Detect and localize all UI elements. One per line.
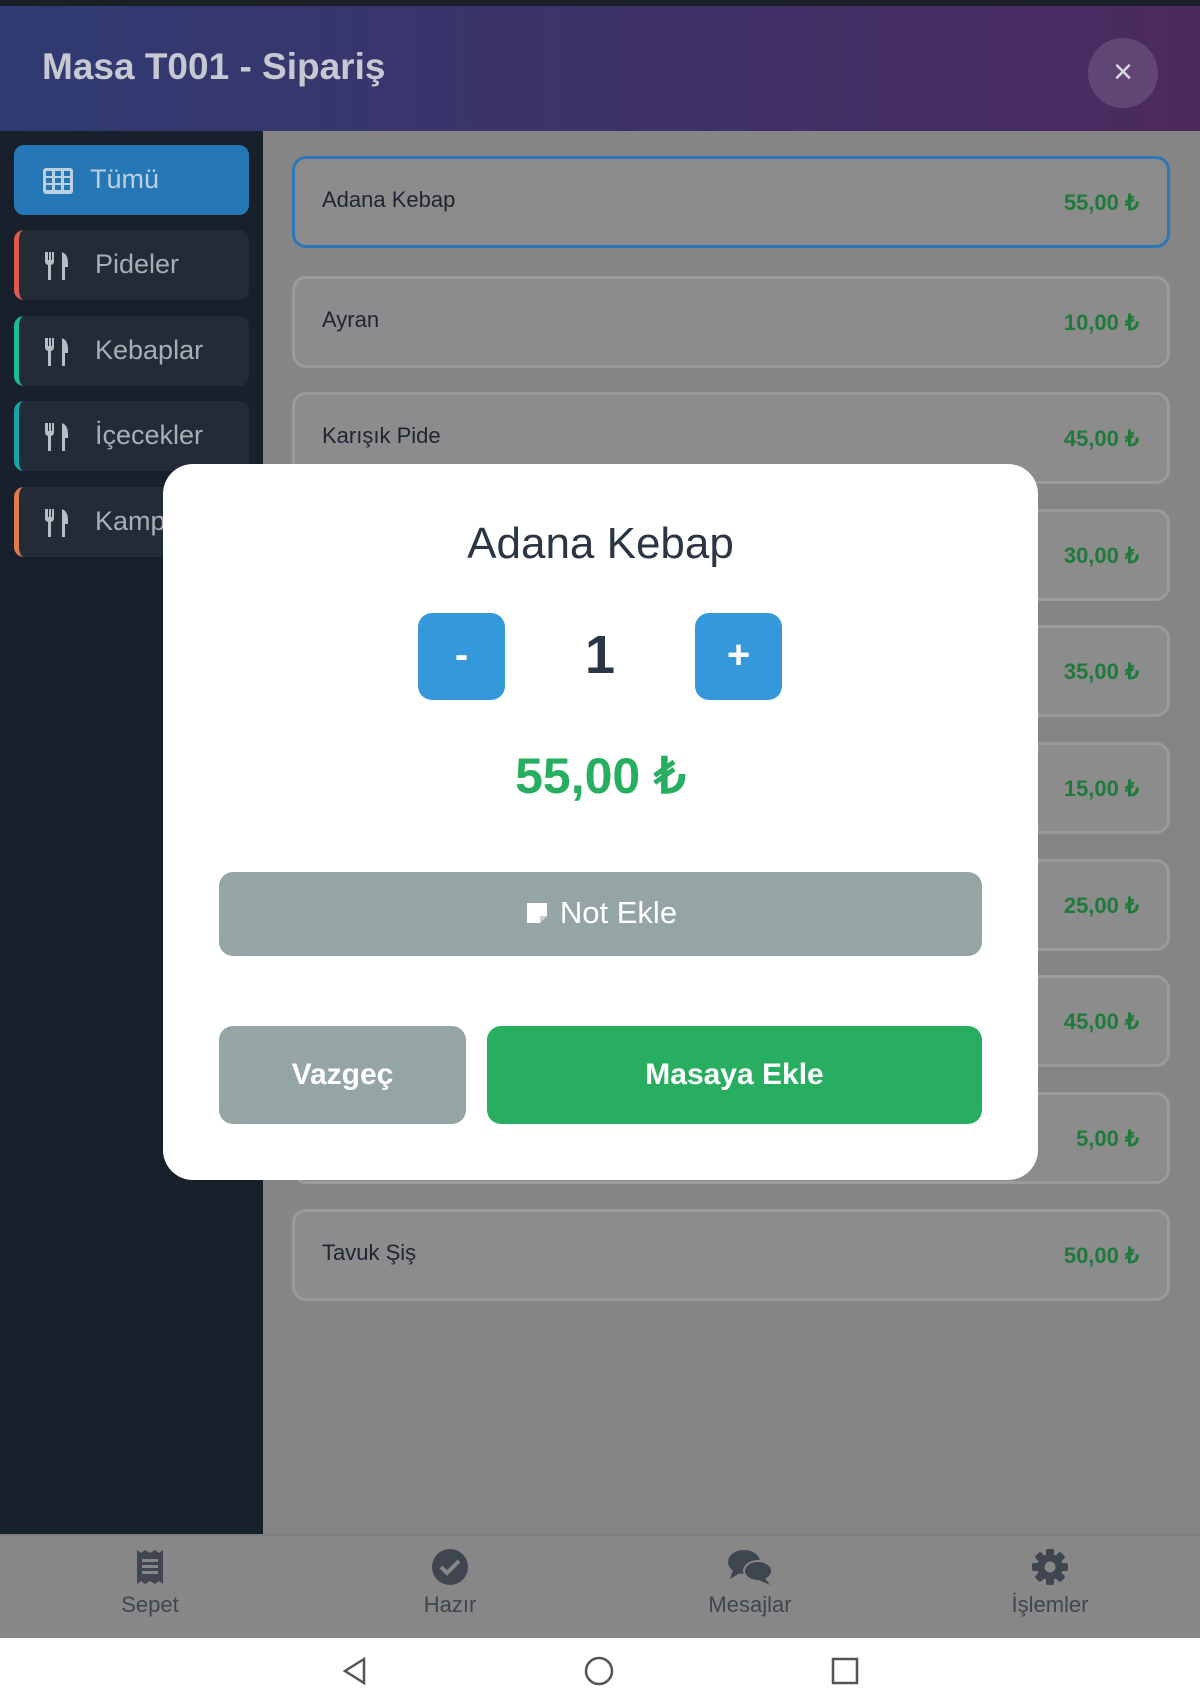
utensils-icon: [44, 252, 68, 280]
product-name: Tavuk Şiş: [322, 1240, 417, 1265]
recents-icon[interactable]: [830, 1656, 860, 1686]
check-circle-icon: [432, 1549, 468, 1585]
nav-islemler[interactable]: İşlemler: [950, 1548, 1150, 1618]
nav-sepet[interactable]: Sepet: [50, 1548, 250, 1618]
nav-label: İşlemler: [1011, 1592, 1089, 1617]
nav-label: Hazır: [423, 1592, 477, 1617]
product-price: 50,00 ₺: [1063, 1243, 1139, 1268]
nav-hazir[interactable]: Hazır: [350, 1548, 550, 1618]
back-icon[interactable]: [340, 1656, 370, 1686]
utensils-icon: [44, 509, 68, 537]
bottom-nav: Sepet Hazır Mesajlar İşlemler: [0, 1534, 1200, 1640]
category-label: Kebaplar: [95, 335, 204, 365]
add-note-label: Not Ekle: [559, 895, 678, 930]
product-price: 5,00 ₺: [1076, 1126, 1139, 1151]
category-all[interactable]: Tümü: [14, 145, 249, 215]
product-price: 55,00 ₺: [1063, 190, 1139, 215]
nav-label: Mesajlar: [708, 1592, 792, 1617]
product-price: 35,00 ₺: [1063, 659, 1139, 684]
page-title: Masa T001 - Sipariş: [42, 46, 386, 87]
nav-mesajlar[interactable]: Mesajlar: [650, 1548, 850, 1618]
product-price: 45,00 ₺: [1063, 426, 1139, 451]
add-to-table-button[interactable]: Masaya Ekle: [487, 1026, 982, 1124]
category-pideler[interactable]: Pideler: [14, 230, 249, 300]
product-price: 30,00 ₺: [1063, 543, 1139, 568]
category-label: Tümü: [90, 164, 160, 194]
utensils-icon: [44, 338, 68, 366]
grid-icon: [43, 168, 73, 194]
modal-title: Adana Kebap: [467, 519, 734, 568]
receipt-icon: [137, 1550, 163, 1584]
product-name: Ayran: [322, 307, 380, 332]
product-price: 45,00 ₺: [1063, 1009, 1139, 1034]
increment-button[interactable]: +: [695, 613, 782, 700]
add-note-button[interactable]: Not Ekle: [219, 872, 982, 956]
comments-icon: [728, 1550, 773, 1585]
product-name: Karışık Pide: [322, 423, 441, 448]
product-price: 10,00 ₺: [1063, 310, 1139, 335]
category-label: Pideler: [95, 249, 180, 279]
product-price: 15,00 ₺: [1063, 776, 1139, 801]
sticky-note-icon: [526, 903, 547, 923]
product-item[interactable]: Ayran 10,00 ₺: [292, 276, 1170, 368]
category-kebaplar[interactable]: Kebaplar: [14, 316, 249, 386]
quantity-value: 1: [584, 625, 616, 685]
modal-price: 55,00 ₺: [515, 748, 686, 804]
nav-label: Sepet: [121, 1592, 179, 1617]
app-header: Masa T001 - Sipariş ×: [0, 6, 1200, 131]
home-icon[interactable]: [584, 1656, 614, 1686]
product-price: 25,00 ₺: [1063, 893, 1139, 918]
product-item[interactable]: Adana Kebap 55,00 ₺: [292, 156, 1170, 248]
category-label: İçecekler: [95, 420, 204, 450]
cancel-button[interactable]: Vazgeç: [219, 1026, 466, 1124]
category-icecekler[interactable]: İçecekler: [14, 401, 249, 471]
product-name: Adana Kebap: [322, 187, 456, 212]
product-item[interactable]: Tavuk Şiş 50,00 ₺: [292, 1209, 1170, 1301]
add-item-modal: Adana Kebap - 1 + 55,00 ₺ Not Ekle Vazge…: [163, 464, 1038, 1180]
system-nav-bar: [0, 1638, 1200, 1701]
category-label: Kamp: [95, 506, 166, 536]
gear-icon: [1032, 1549, 1068, 1585]
close-button[interactable]: ×: [1088, 38, 1158, 108]
decrement-button[interactable]: -: [418, 613, 505, 700]
utensils-icon: [44, 423, 68, 451]
